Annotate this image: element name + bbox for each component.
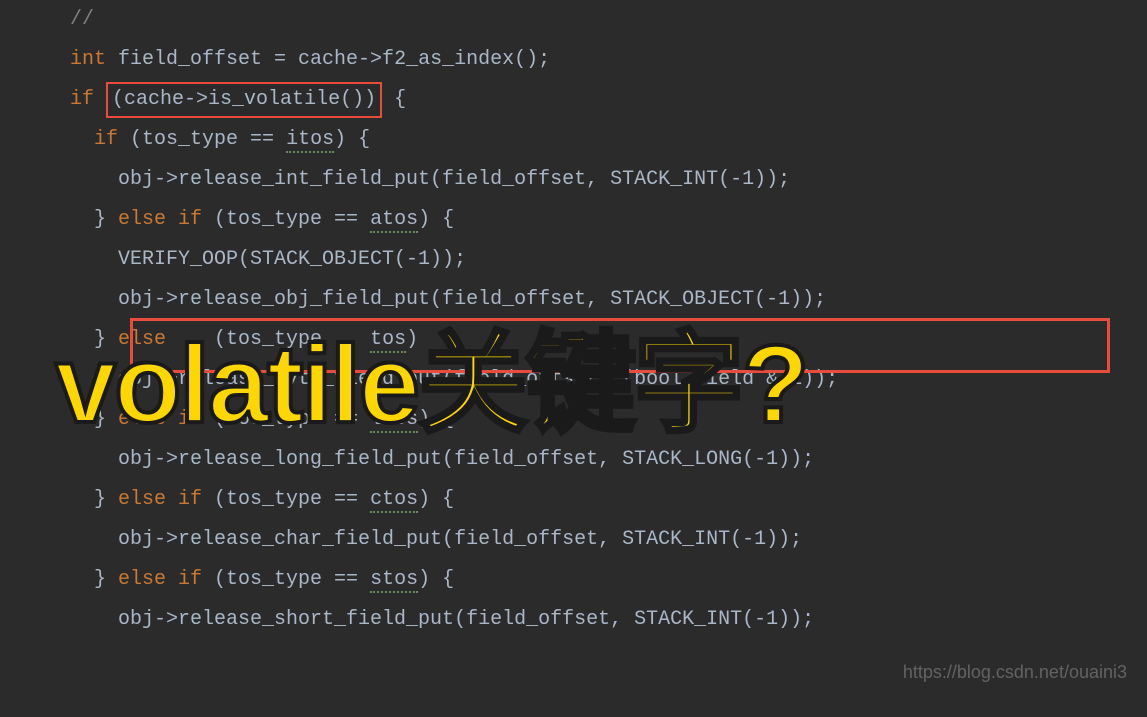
- code-line: } else if (tos_type == stos) {: [70, 560, 1147, 600]
- code-line: obj->release_int_field_put(field_offset,…: [70, 160, 1147, 200]
- watermark-text: https://blog.csdn.net/ouaini3: [903, 652, 1127, 692]
- keyword-int: int: [70, 48, 106, 71]
- tos-type: itos: [286, 128, 334, 153]
- code-line: } else if (tos_type == ctos) {: [70, 480, 1147, 520]
- keyword-else-if: else if: [118, 208, 202, 231]
- keyword-if: if: [70, 88, 94, 111]
- tos-type: ctos: [370, 488, 418, 513]
- keyword-if: if: [94, 128, 118, 151]
- code-line: //: [70, 0, 1147, 40]
- title-overlay: volatile关键字?: [55, 330, 807, 440]
- tos-type: atos: [370, 208, 418, 233]
- tos-type: stos: [370, 568, 418, 593]
- code-text: field_offset = cache->f2_as_index();: [106, 48, 550, 71]
- code-line: if (tos_type == itos) {: [70, 120, 1147, 160]
- code-line: obj->release_char_field_put(field_offset…: [70, 520, 1147, 560]
- code-line: } else if (tos_type == atos) {: [70, 200, 1147, 240]
- keyword-else-if: else if: [118, 488, 202, 511]
- code-line: obj->release_obj_field_put(field_offset,…: [70, 280, 1147, 320]
- code-line: if (cache->is_volatile()) {: [70, 80, 1147, 120]
- code-line: VERIFY_OOP(STACK_OBJECT(-1));: [70, 240, 1147, 280]
- code-line: int field_offset = cache->f2_as_index();: [70, 40, 1147, 80]
- keyword-else-if: else if: [118, 568, 202, 591]
- code-line: obj->release_short_field_put(field_offse…: [70, 600, 1147, 640]
- code-line: obj->release_long_field_put(field_offset…: [70, 440, 1147, 480]
- highlight-box-volatile: (cache->is_volatile()): [106, 82, 382, 118]
- comment: //: [70, 8, 94, 31]
